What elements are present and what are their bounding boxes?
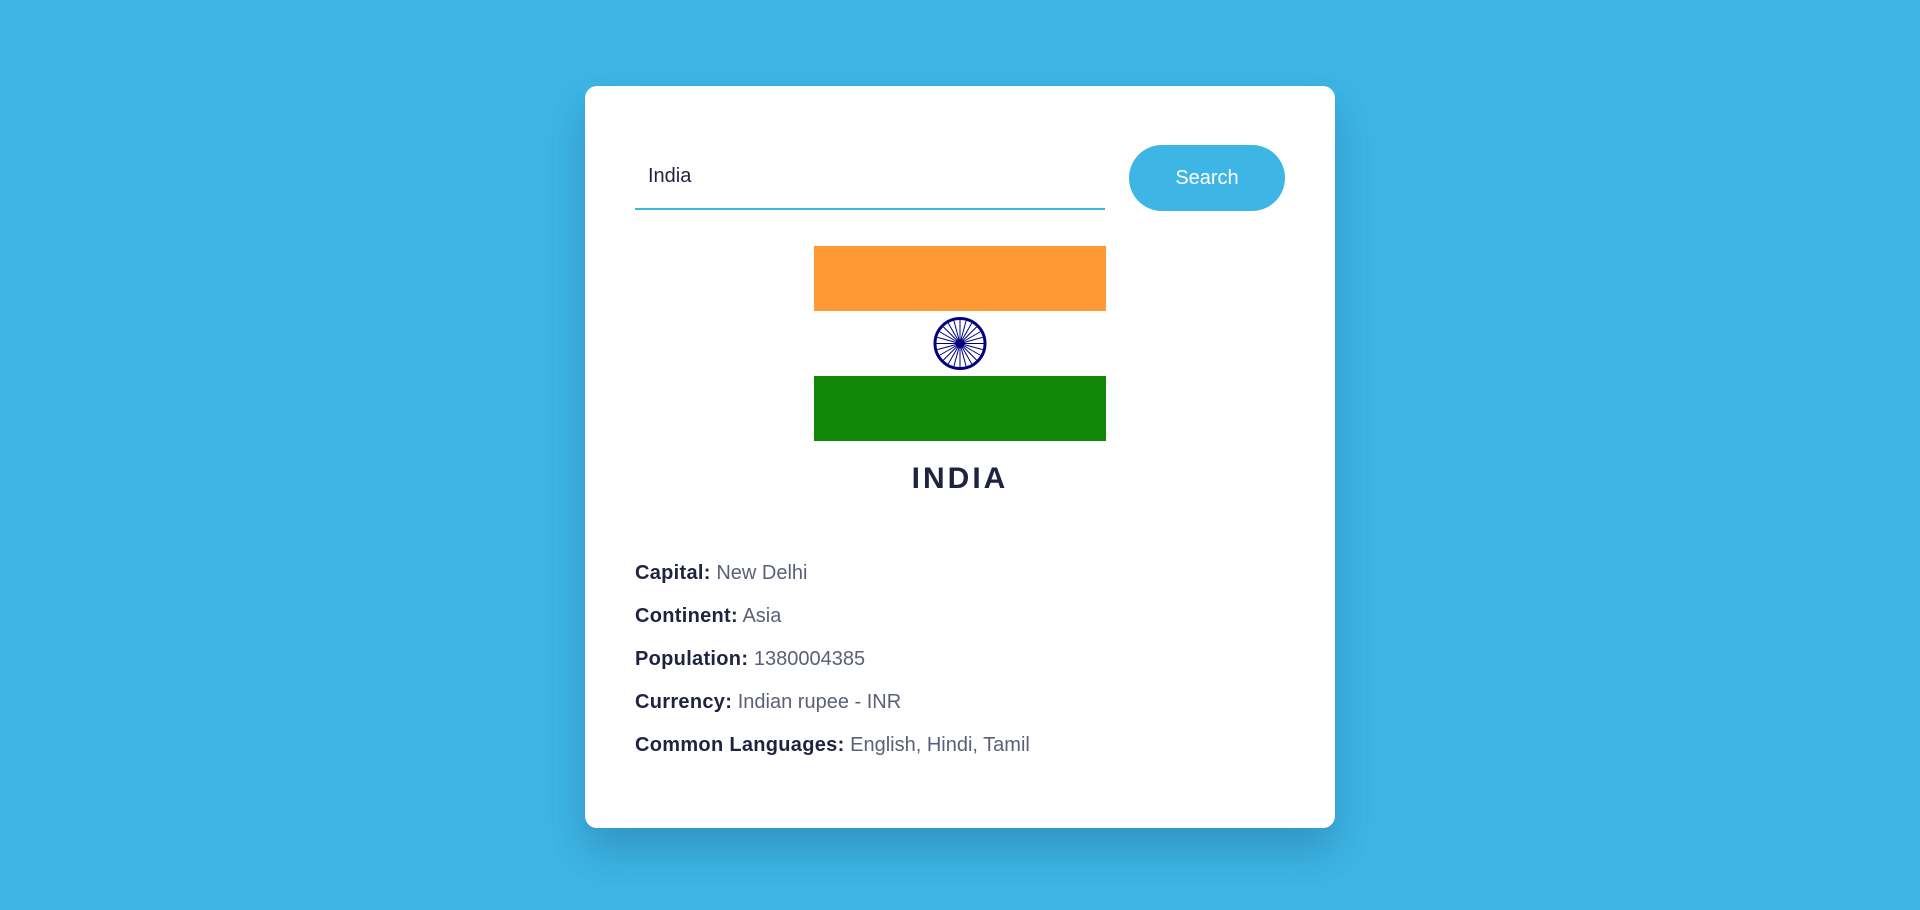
ashoka-chakra-icon xyxy=(933,317,987,370)
country-card: Search INDIA Capital: New Delhi Continen… xyxy=(585,86,1335,828)
detail-value: New Delhi xyxy=(716,562,808,584)
detail-value: 1380004385 xyxy=(753,648,866,670)
detail-value: Indian rupee - INR xyxy=(737,691,902,713)
detail-languages: Common Languages: English, Hindi, Tamil xyxy=(635,724,1285,767)
country-name: INDIA xyxy=(911,462,1009,495)
search-button[interactable]: Search xyxy=(1129,145,1285,211)
detail-label: Capital: xyxy=(635,562,711,584)
flag-green-stripe xyxy=(814,376,1106,441)
detail-label: Common Languages: xyxy=(635,734,845,756)
flag-saffron-stripe xyxy=(814,246,1106,311)
detail-label: Population: xyxy=(635,648,749,670)
search-bar: Search xyxy=(635,145,1285,211)
detail-label: Currency: xyxy=(635,691,733,713)
detail-value: Asia xyxy=(742,605,782,627)
search-input[interactable] xyxy=(635,145,1105,210)
detail-continent: Continent: Asia xyxy=(635,595,1285,638)
detail-population: Population: 1380004385 xyxy=(635,638,1285,681)
flag-image xyxy=(814,246,1106,441)
detail-value: English, Hindi, Tamil xyxy=(850,734,1030,756)
detail-label: Continent: xyxy=(635,605,738,627)
detail-capital: Capital: New Delhi xyxy=(635,552,1285,595)
country-details: Capital: New Delhi Continent: Asia Popul… xyxy=(635,552,1285,767)
detail-currency: Currency: Indian rupee - INR xyxy=(635,681,1285,724)
